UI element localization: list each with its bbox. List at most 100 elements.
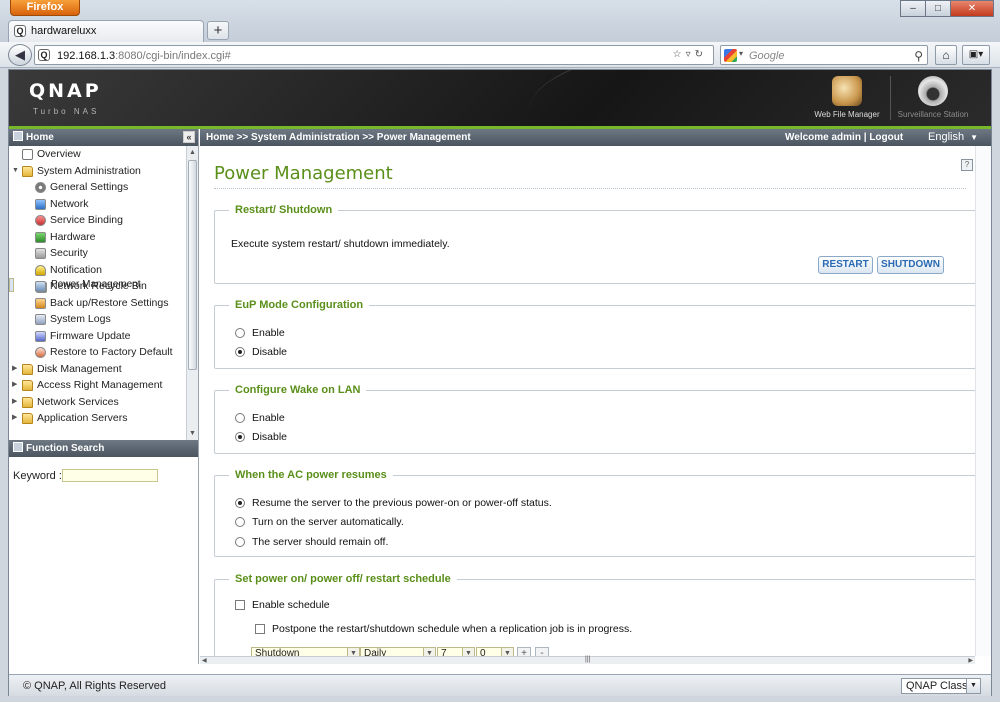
- url-text[interactable]: 192.168.1.3:8080/cgi-bin/index.cgi#: [57, 50, 231, 62]
- radio-selected-icon[interactable]: [235, 432, 245, 442]
- postpone-checkbox[interactable]: Postpone the restart/shutdown schedule w…: [255, 623, 632, 635]
- ac-resume-radio[interactable]: Resume the server to the previous power-…: [235, 497, 552, 509]
- eup-enable-radio[interactable]: Enable: [235, 327, 285, 339]
- sidebar-item-label: Disk Management: [37, 362, 122, 375]
- collapse-arrow-icon[interactable]: ▶: [12, 361, 17, 378]
- home-icon[interactable]: ⌂: [935, 45, 957, 65]
- minute-select[interactable]: 0 ▼: [476, 647, 514, 656]
- chevron-down-icon[interactable]: ▼: [462, 648, 474, 656]
- search-placeholder[interactable]: Google: [749, 50, 784, 62]
- surveillance-camera-icon: [918, 76, 948, 106]
- site-identity-icon[interactable]: Q: [38, 49, 50, 61]
- surveillance-station-button[interactable]: Surveillance Station: [895, 76, 971, 119]
- web-file-manager-button[interactable]: Web File Manager: [809, 76, 885, 119]
- title-divider: [214, 188, 966, 189]
- sidebar-item-hardware[interactable]: Hardware: [9, 229, 185, 246]
- sidebar-item-disk-management[interactable]: ▶ Disk Management: [9, 361, 185, 378]
- google-icon[interactable]: [724, 49, 737, 62]
- radio-icon[interactable]: [235, 328, 245, 338]
- breadcrumb[interactable]: Home >> System Administration >> Power M…: [206, 129, 471, 146]
- back-arrow-icon[interactable]: ◀: [8, 44, 32, 66]
- maximize-button[interactable]: □: [925, 0, 951, 17]
- checkbox-icon[interactable]: [255, 624, 265, 634]
- sidebar-item-network-recycle-bin[interactable]: Network Recycle Bin: [9, 278, 185, 295]
- scroll-grip-icon[interactable]: |||: [585, 656, 590, 663]
- close-window-button[interactable]: ✕: [950, 0, 994, 17]
- sidebar-item-network-services[interactable]: ▶ Network Services: [9, 394, 185, 411]
- sidebar-item-network[interactable]: Network: [9, 196, 185, 213]
- theme-select[interactable]: QNAP Classic ▼: [901, 678, 981, 694]
- sidebar-item-application-servers[interactable]: ▶ Application Servers: [9, 410, 185, 427]
- chevron-down-icon[interactable]: ▼: [423, 648, 435, 656]
- sidebar-item-restore-to-factory-default[interactable]: Restore to Factory Default: [9, 344, 185, 361]
- remove-schedule-button[interactable]: -: [535, 647, 549, 656]
- home-panel-header[interactable]: Home «: [9, 129, 198, 146]
- sidebar-item-firmware-update[interactable]: Firmware Update: [9, 328, 185, 345]
- minimize-button[interactable]: –: [900, 0, 926, 17]
- bookmark-star-icon[interactable]: ☆▿↻: [673, 49, 707, 60]
- expand-arrow-icon[interactable]: ▼: [12, 163, 19, 180]
- sidebar-item-label: System Administration: [37, 164, 141, 177]
- checkbox-icon[interactable]: [235, 600, 245, 610]
- scroll-left-icon[interactable]: ◀: [202, 657, 207, 664]
- help-icon[interactable]: ?: [961, 159, 973, 171]
- collapse-arrow-icon[interactable]: ▶: [12, 410, 17, 427]
- sidebar-item-overview[interactable]: Overview: [9, 146, 185, 163]
- shutdown-button[interactable]: SHUTDOWN: [877, 256, 944, 274]
- browser-tab[interactable]: Q hardwareluxx: [8, 20, 204, 42]
- bin-icon: [35, 281, 46, 292]
- chevron-down-icon[interactable]: ▼: [501, 648, 513, 656]
- ac-remain-off-radio[interactable]: The server should remain off.: [235, 536, 388, 548]
- sidebar-item-back-up-restore-settings[interactable]: Back up/Restore Settings: [9, 295, 185, 312]
- sidebar-item-security[interactable]: Security: [9, 245, 185, 262]
- scroll-right-icon[interactable]: ▶: [968, 657, 973, 664]
- qnap-page: QNAP Turbo NAS Web File Manager Surveill…: [8, 69, 992, 696]
- language-selector[interactable]: English ▼: [928, 129, 978, 146]
- collapse-arrow-icon[interactable]: ▶: [12, 377, 17, 394]
- collapse-panel-icon[interactable]: «: [183, 131, 195, 143]
- chevron-down-icon[interactable]: ▼: [966, 679, 980, 693]
- scroll-up-icon[interactable]: ▲: [187, 147, 198, 158]
- sidebar-item-service-binding[interactable]: Service Binding: [9, 212, 185, 229]
- search-icon[interactable]: ⚲: [914, 49, 923, 63]
- wol-enable-radio[interactable]: Enable: [235, 412, 285, 424]
- frequency-select[interactable]: Daily ▼: [360, 647, 436, 656]
- section-legend: When the AC power resumes: [235, 469, 387, 481]
- chevron-down-icon[interactable]: ▼: [347, 648, 359, 656]
- radio-icon[interactable]: [235, 413, 245, 423]
- restart-button[interactable]: RESTART: [818, 256, 873, 274]
- restart-description: Execute system restart/ shutdown immedia…: [231, 238, 450, 250]
- radio-selected-icon[interactable]: [235, 498, 245, 508]
- search-engine-dropdown-icon[interactable]: ▾: [739, 49, 743, 58]
- sidebar-item-general-settings[interactable]: General Settings: [9, 179, 185, 196]
- search-bar[interactable]: ▾ Google ⚲: [720, 45, 928, 65]
- enable-schedule-checkbox[interactable]: Enable schedule: [235, 599, 330, 611]
- add-schedule-button[interactable]: +: [517, 647, 531, 656]
- content-scrollbar[interactable]: [975, 146, 991, 656]
- collapse-arrow-icon[interactable]: ▶: [12, 394, 17, 411]
- eup-disable-radio[interactable]: Disable: [235, 346, 287, 358]
- sidebar-item-system-logs[interactable]: System Logs: [9, 311, 185, 328]
- logout-link[interactable]: Logout: [869, 132, 903, 143]
- firefox-menu-button[interactable]: Firefox: [10, 0, 80, 16]
- addon-bar-icon[interactable]: ▣▾: [962, 45, 990, 65]
- scroll-thumb[interactable]: [188, 160, 197, 370]
- tree-scrollbar[interactable]: ▲ ▼: [186, 146, 198, 440]
- keyword-input[interactable]: [62, 469, 158, 482]
- sidebar-item-access-right-management[interactable]: ▶ Access Right Management: [9, 377, 185, 394]
- ac-turn-on-radio[interactable]: Turn on the server automatically.: [235, 516, 404, 528]
- sidebar-item-notification[interactable]: Notification: [9, 262, 185, 279]
- scroll-down-icon[interactable]: ▼: [187, 428, 198, 439]
- horizontal-scrollbar[interactable]: ◀ ||| ▶: [200, 656, 975, 664]
- radio-selected-icon[interactable]: [235, 347, 245, 357]
- radio-icon[interactable]: [235, 517, 245, 527]
- new-tab-button[interactable]: +: [207, 21, 229, 40]
- url-bar[interactable]: Q 192.168.1.3:8080/cgi-bin/index.cgi# ☆▿…: [34, 45, 714, 65]
- navigation-tree: Overview ▼ System Administration General Se…: [9, 146, 185, 440]
- radio-icon[interactable]: [235, 537, 245, 547]
- hour-select[interactable]: 7 ▼: [437, 647, 475, 656]
- sidebar-item-system-administration[interactable]: ▼ System Administration: [9, 163, 185, 180]
- wol-disable-radio[interactable]: Disable: [235, 431, 287, 443]
- action-select[interactable]: Shutdown ▼: [251, 647, 360, 656]
- net-icon: [35, 198, 46, 210]
